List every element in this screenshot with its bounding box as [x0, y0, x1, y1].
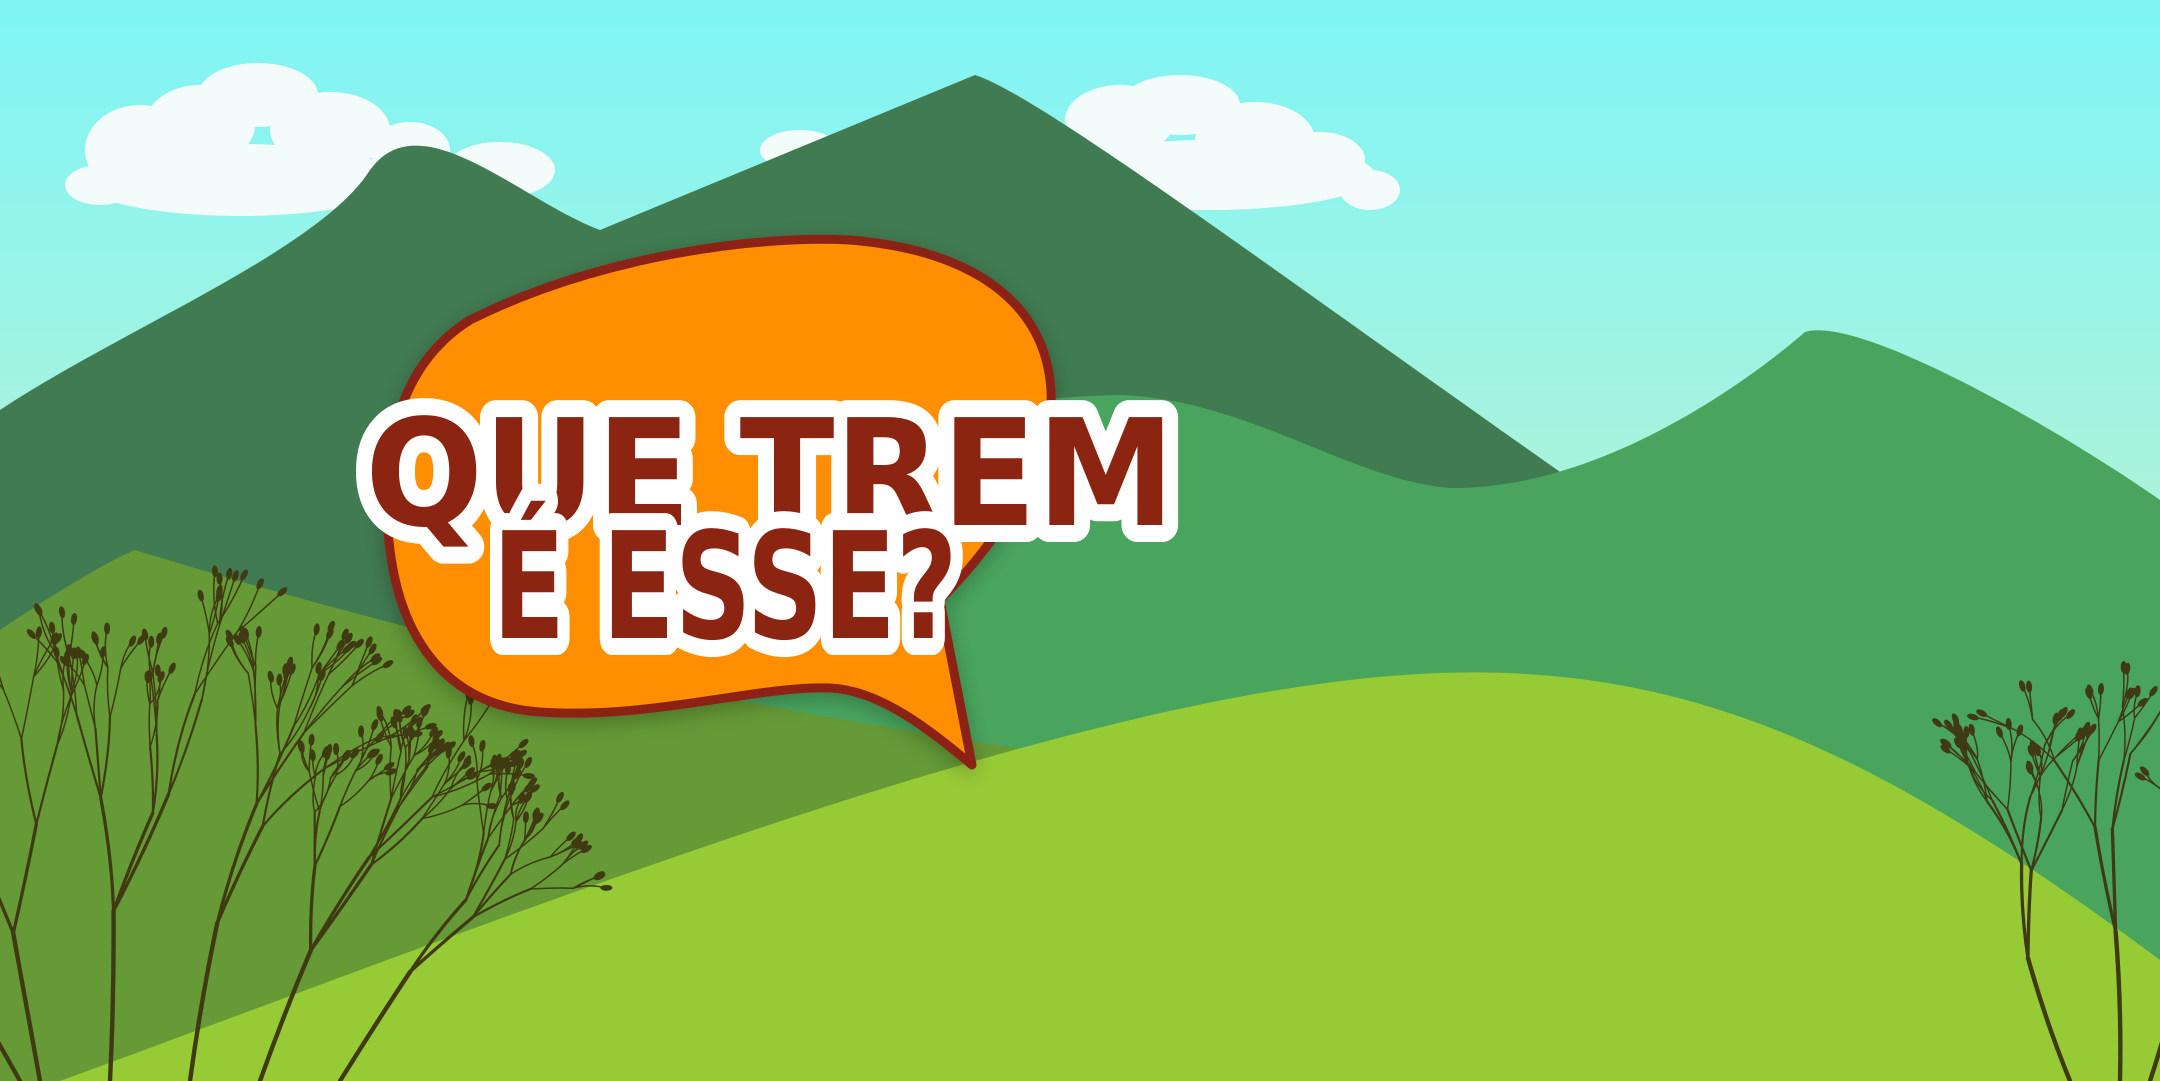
- game-title-scene: QUE TREM É ESSE?: [0, 0, 2160, 1081]
- title-line-2: É ESSE?: [493, 500, 958, 673]
